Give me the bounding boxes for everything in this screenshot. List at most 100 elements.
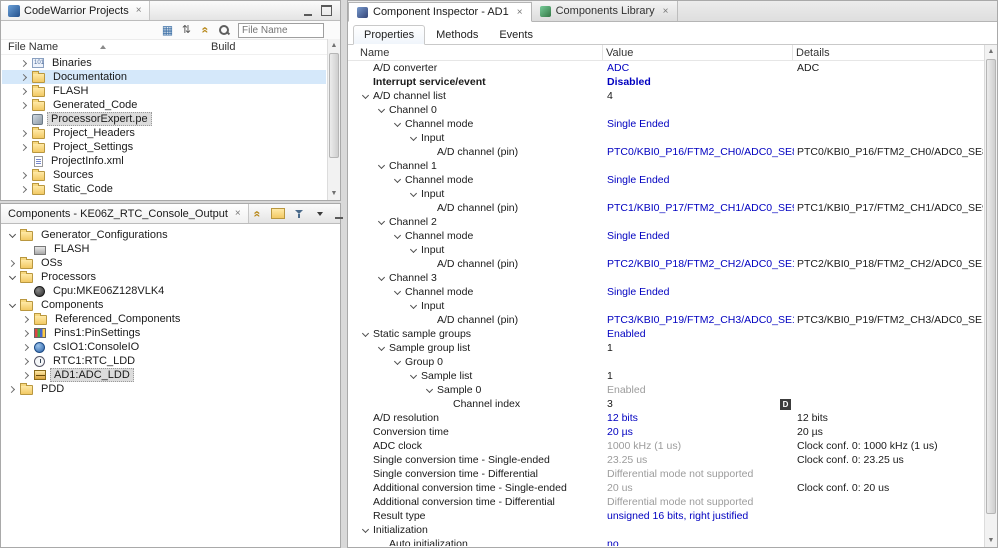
collapse-all-icon[interactable] — [249, 206, 266, 222]
tree-item[interactable]: PDD — [2, 382, 339, 396]
tree-item[interactable]: ProcessorExpert.pe — [2, 112, 326, 126]
chevron-right-icon[interactable] — [22, 371, 31, 380]
property-value-cell[interactable]: 1 — [604, 370, 794, 382]
tree-item[interactable]: Components — [2, 298, 339, 312]
tree-item[interactable]: Referenced_Components — [2, 312, 339, 326]
tree-item[interactable]: ProjectInfo.xml — [2, 154, 326, 168]
property-row[interactable]: ADC clock 1000 kHz (1 us) Clock conf. 0: 1… — [349, 439, 983, 453]
property-row[interactable]: Input — [349, 243, 983, 257]
search-icon[interactable] — [216, 22, 233, 38]
property-value-cell[interactable]: PTC1/KBI0_P17/FTM2_CH1/ADC0_SE9 — [604, 202, 794, 214]
property-value-cell[interactable]: 1 — [604, 342, 794, 354]
property-row[interactable]: Channel index 3 D — [349, 397, 983, 411]
property-value-cell[interactable]: Differential mode not supported — [604, 496, 794, 508]
property-row[interactable]: Channel mode Single Ended — [349, 285, 983, 299]
chevron-down-icon[interactable] — [377, 218, 386, 227]
property-value-cell[interactable]: 20 µs — [604, 426, 794, 438]
property-row[interactable]: Single conversion time - Single-ended 23.… — [349, 453, 983, 467]
property-value-cell[interactable]: Single Ended — [604, 230, 794, 242]
collapse-all-icon[interactable] — [197, 22, 214, 38]
property-row[interactable]: Static sample groups Enabled — [349, 327, 983, 341]
chevron-down-icon[interactable] — [409, 372, 418, 381]
tree-item[interactable]: Project_Headers — [2, 126, 326, 140]
tab-methods[interactable]: Methods — [426, 26, 488, 44]
property-value-cell[interactable]: ADC — [604, 62, 794, 74]
property-row[interactable]: Group 0 — [349, 355, 983, 369]
minimize-icon[interactable] — [302, 3, 314, 19]
property-row[interactable]: Initialization — [349, 523, 983, 537]
tree-item[interactable]: Static_Code — [2, 182, 326, 196]
tree-item[interactable]: Generated_Code — [2, 98, 326, 112]
chevron-right-icon[interactable] — [20, 73, 29, 82]
chevron-right-icon[interactable] — [8, 259, 17, 268]
property-row[interactable]: Channel 2 — [349, 215, 983, 229]
scroll-down-icon[interactable]: ▼ — [328, 187, 340, 200]
property-value-cell[interactable]: Differential mode not supported — [604, 468, 794, 480]
property-value-cell[interactable]: 4 — [604, 90, 794, 102]
property-value-cell[interactable]: 23.25 us — [604, 454, 794, 466]
chevron-down-icon[interactable] — [377, 344, 386, 353]
property-row[interactable]: A/D channel (pin) PTC2/KBI0_P18/FTM2_CH2/… — [349, 257, 983, 271]
property-value-cell[interactable]: Single Ended — [604, 118, 794, 130]
filter-icon[interactable] — [291, 206, 308, 222]
projects-scrollbar[interactable]: ▲ ▼ — [327, 39, 340, 200]
property-row[interactable]: Input — [349, 299, 983, 313]
property-row[interactable]: A/D channel list 4 — [349, 89, 983, 103]
chevron-down-icon[interactable] — [8, 231, 17, 240]
chevron-down-icon[interactable] — [393, 358, 402, 367]
property-value-cell[interactable]: 1000 kHz (1 us) — [604, 440, 794, 452]
tab-component-inspector[interactable]: Component Inspector - AD1 × — [348, 2, 532, 22]
chevron-right-icon[interactable] — [20, 59, 29, 68]
chevron-down-icon[interactable] — [425, 386, 434, 395]
property-row[interactable]: Additional conversion time - Differentia… — [349, 495, 983, 509]
chevron-right-icon[interactable] — [22, 357, 31, 366]
property-row[interactable]: Channel 1 — [349, 159, 983, 173]
tree-item[interactable]: OSs — [2, 256, 339, 270]
tree-item[interactable]: FLASH — [2, 242, 339, 256]
property-value-cell[interactable]: Single Ended — [604, 286, 794, 298]
chevron-down-icon[interactable] — [393, 176, 402, 185]
property-row[interactable]: Input — [349, 187, 983, 201]
chevron-down-icon[interactable] — [393, 232, 402, 241]
tab-components-library[interactable]: Components Library × — [531, 1, 678, 21]
property-row[interactable]: A/D channel (pin) PTC1/KBI0_P17/FTM2_CH1/… — [349, 201, 983, 215]
close-icon[interactable]: × — [517, 7, 523, 18]
tree-item[interactable]: Binaries — [2, 56, 326, 70]
property-row[interactable]: Sample group list 1 — [349, 341, 983, 355]
chevron-right-icon[interactable] — [20, 171, 29, 180]
chevron-down-icon[interactable] — [8, 301, 17, 310]
property-row[interactable]: Channel 0 — [349, 103, 983, 117]
sort-icon[interactable] — [178, 22, 195, 38]
property-value-cell[interactable]: Enabled — [604, 328, 794, 340]
projects-column-header[interactable]: File Name Build — [1, 40, 340, 55]
chevron-right-icon[interactable] — [20, 143, 29, 152]
property-row[interactable]: Single conversion time - Differential Dif… — [349, 467, 983, 481]
chevron-down-icon[interactable] — [393, 288, 402, 297]
property-value-cell[interactable]: PTC3/KBI0_P19/FTM2_CH3/ADC0_SE11 — [604, 314, 794, 326]
chevron-down-icon[interactable] — [393, 120, 402, 129]
chevron-right-icon[interactable] — [20, 129, 29, 138]
details-column-header[interactable]: Details — [793, 45, 984, 60]
property-row[interactable]: A/D channel (pin) PTC3/KBI0_P19/FTM2_CH3/… — [349, 313, 983, 327]
chevron-right-icon[interactable] — [22, 343, 31, 352]
property-row[interactable]: Channel mode Single Ended — [349, 229, 983, 243]
scroll-down-icon[interactable]: ▼ — [985, 534, 997, 547]
close-icon[interactable]: × — [235, 208, 241, 219]
view-menu-icon[interactable] — [312, 206, 329, 222]
inspector-scrollbar[interactable]: ▲ ▼ — [984, 45, 997, 547]
property-row[interactable]: Additional conversion time - Single-ende… — [349, 481, 983, 495]
property-value-cell[interactable]: 12 bits — [604, 412, 794, 424]
property-value-cell[interactable]: Single Ended — [604, 174, 794, 186]
property-row[interactable]: Channel mode Single Ended — [349, 117, 983, 131]
property-value-cell[interactable]: PTC0/KBI0_P16/FTM2_CH0/ADC0_SE8 — [604, 146, 794, 158]
chevron-down-icon[interactable] — [377, 274, 386, 283]
property-row[interactable]: Interrupt service/event Disabled — [349, 75, 983, 89]
property-row[interactable]: A/D channel (pin) PTC0/KBI0_P16/FTM2_CH0/… — [349, 145, 983, 159]
build-column-header[interactable]: Build — [211, 41, 235, 53]
maximize-icon[interactable] — [318, 3, 335, 19]
property-row[interactable]: Result type unsigned 16 bits, right justi… — [349, 509, 983, 523]
property-row[interactable]: Sample list 1 — [349, 369, 983, 383]
chevron-right-icon[interactable] — [22, 329, 31, 338]
tree-item[interactable]: Project_Settings — [2, 140, 326, 154]
chevron-down-icon[interactable] — [8, 273, 17, 282]
